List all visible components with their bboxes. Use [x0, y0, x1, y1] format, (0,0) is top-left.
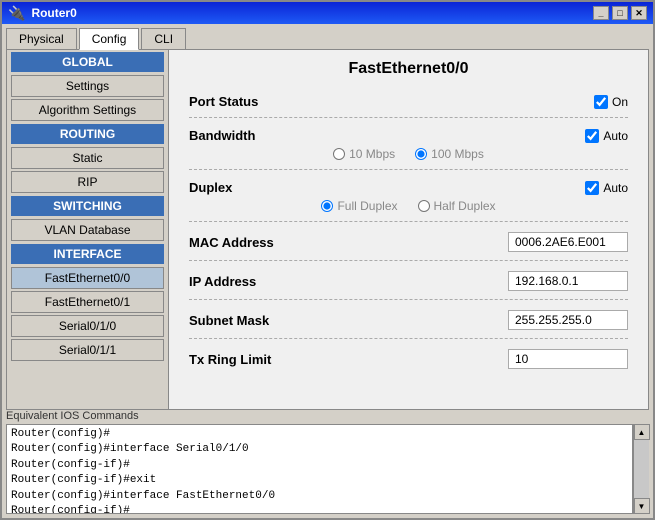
bandwidth-100mbps-radio[interactable] — [415, 148, 427, 160]
tx-ring-limit-controls: 10 — [319, 349, 628, 369]
subnet-mask-value[interactable]: 255.255.255.0 — [508, 310, 628, 330]
duplex-label: Duplex — [189, 180, 319, 195]
full-duplex-option[interactable]: Full Duplex — [321, 199, 397, 213]
half-duplex-option[interactable]: Half Duplex — [418, 199, 496, 213]
bandwidth-10mbps-label: 10 Mbps — [349, 147, 395, 161]
window-icon: 🔌 — [8, 5, 25, 22]
terminal-wrapper: Router(config)# Router(config)#interface… — [6, 424, 649, 514]
bandwidth-auto-control: Auto — [319, 129, 628, 143]
port-status-controls: On — [319, 95, 628, 109]
mac-address-controls: 0006.2AE6.E001 — [319, 232, 628, 252]
scroll-track — [634, 440, 649, 498]
ip-address-row: IP Address 192.168.0.1 — [189, 271, 628, 300]
terminal-box[interactable]: Router(config)# Router(config)#interface… — [6, 424, 633, 514]
tx-ring-limit-label: Tx Ring Limit — [189, 352, 319, 367]
tab-cli[interactable]: CLI — [141, 28, 186, 49]
mac-address-value[interactable]: 0006.2AE6.E001 — [508, 232, 628, 252]
sidebar-section-global: GLOBAL — [11, 52, 164, 72]
subnet-mask-row: Subnet Mask 255.255.255.0 — [189, 310, 628, 339]
terminal-line-2: Router(config-if)# — [11, 458, 628, 473]
bandwidth-10mbps[interactable]: 10 Mbps — [333, 147, 395, 161]
sidebar-btn-settings[interactable]: Settings — [11, 75, 164, 97]
terminal-scrollbar[interactable]: ▲ ▼ — [633, 424, 649, 514]
sidebar-btn-serial0-1-0[interactable]: Serial0/1/0 — [11, 315, 164, 337]
subnet-mask-controls: 255.255.255.0 — [319, 310, 628, 330]
tab-config[interactable]: Config — [79, 28, 140, 50]
sidebar-section-interface: INTERFACE — [11, 244, 164, 264]
duplex-auto-checkbox[interactable] — [585, 181, 599, 195]
bandwidth-auto-label[interactable]: Auto — [585, 129, 628, 143]
bandwidth-100mbps-label: 100 Mbps — [431, 147, 484, 161]
port-status-label: Port Status — [189, 94, 319, 109]
terminal-line-0: Router(config)# — [11, 427, 628, 442]
main-content: GLOBAL Settings Algorithm Settings ROUTI… — [6, 49, 649, 410]
equivalent-label: Equivalent IOS Commands — [6, 410, 649, 422]
maximize-button[interactable]: □ — [612, 6, 628, 20]
sidebar-btn-rip[interactable]: RIP — [11, 171, 164, 193]
tx-ring-limit-row: Tx Ring Limit 10 — [189, 349, 628, 377]
subnet-mask-label: Subnet Mask — [189, 313, 319, 328]
sidebar-btn-vlan-database[interactable]: VLAN Database — [11, 219, 164, 241]
ip-address-label: IP Address — [189, 274, 319, 289]
port-status-checkbox-label[interactable]: On — [594, 95, 628, 109]
main-window: 🔌 Router0 _ □ ✕ Physical Config CLI GLOB… — [0, 0, 655, 520]
bandwidth-auto-checkbox[interactable] — [585, 129, 599, 143]
terminal-line-4: Router(config)#interface FastEthernet0/0 — [11, 489, 628, 504]
port-status-row: Port Status On — [189, 94, 628, 118]
half-duplex-radio[interactable] — [418, 200, 430, 212]
full-duplex-radio[interactable] — [321, 200, 333, 212]
port-status-on-label: On — [612, 95, 628, 109]
content-panel: FastEthernet0/0 Port Status On Bandwidth — [169, 50, 648, 409]
terminal-line-5: Router(config-if)# — [11, 504, 628, 514]
equivalent-section: Equivalent IOS Commands Router(config)# … — [2, 410, 653, 518]
tab-physical[interactable]: Physical — [6, 28, 77, 49]
half-duplex-label: Half Duplex — [434, 199, 496, 213]
duplex-row: Duplex Auto Full Duplex — [189, 180, 628, 222]
bandwidth-options: 10 Mbps 100 Mbps — [189, 147, 628, 161]
sidebar-btn-static[interactable]: Static — [11, 147, 164, 169]
sidebar-btn-serial0-1-1[interactable]: Serial0/1/1 — [11, 339, 164, 361]
bandwidth-100mbps[interactable]: 100 Mbps — [415, 147, 484, 161]
ip-address-value[interactable]: 192.168.0.1 — [508, 271, 628, 291]
duplex-auto-text: Auto — [603, 181, 628, 195]
sidebar-section-routing: ROUTING — [11, 124, 164, 144]
full-duplex-label: Full Duplex — [337, 199, 397, 213]
minimize-button[interactable]: _ — [593, 6, 609, 20]
duplex-options: Full Duplex Half Duplex — [189, 199, 628, 213]
scroll-up-arrow[interactable]: ▲ — [634, 424, 650, 440]
duplex-top: Duplex Auto — [189, 180, 628, 195]
panel-title: FastEthernet0/0 — [189, 60, 628, 78]
sidebar-btn-fastethernet0-0[interactable]: FastEthernet0/0 — [11, 267, 164, 289]
mac-address-row: MAC Address 0006.2AE6.E001 — [189, 232, 628, 261]
title-bar-controls: _ □ ✕ — [593, 6, 647, 20]
tx-ring-limit-value[interactable]: 10 — [508, 349, 628, 369]
sidebar-btn-algorithm-settings[interactable]: Algorithm Settings — [11, 99, 164, 121]
window-title: Router0 — [31, 6, 76, 20]
bandwidth-10mbps-radio[interactable] — [333, 148, 345, 160]
scroll-down-arrow[interactable]: ▼ — [634, 498, 650, 514]
bandwidth-auto-text: Auto — [603, 129, 628, 143]
duplex-auto-control: Auto — [319, 181, 628, 195]
tab-bar: Physical Config CLI — [2, 24, 653, 49]
mac-address-label: MAC Address — [189, 235, 319, 250]
ip-address-controls: 192.168.0.1 — [319, 271, 628, 291]
bandwidth-label: Bandwidth — [189, 128, 319, 143]
close-button[interactable]: ✕ — [631, 6, 647, 20]
bandwidth-row: Bandwidth Auto 10 Mbps — [189, 128, 628, 170]
terminal-line-3: Router(config-if)#exit — [11, 473, 628, 488]
port-status-checkbox[interactable] — [594, 95, 608, 109]
bandwidth-top: Bandwidth Auto — [189, 128, 628, 143]
duplex-auto-label[interactable]: Auto — [585, 181, 628, 195]
sidebar: GLOBAL Settings Algorithm Settings ROUTI… — [7, 50, 169, 409]
sidebar-section-switching: SWITCHING — [11, 196, 164, 216]
title-bar: 🔌 Router0 _ □ ✕ — [2, 2, 653, 24]
terminal-line-1: Router(config)#interface Serial0/1/0 — [11, 442, 628, 457]
sidebar-btn-fastethernet0-1[interactable]: FastEthernet0/1 — [11, 291, 164, 313]
